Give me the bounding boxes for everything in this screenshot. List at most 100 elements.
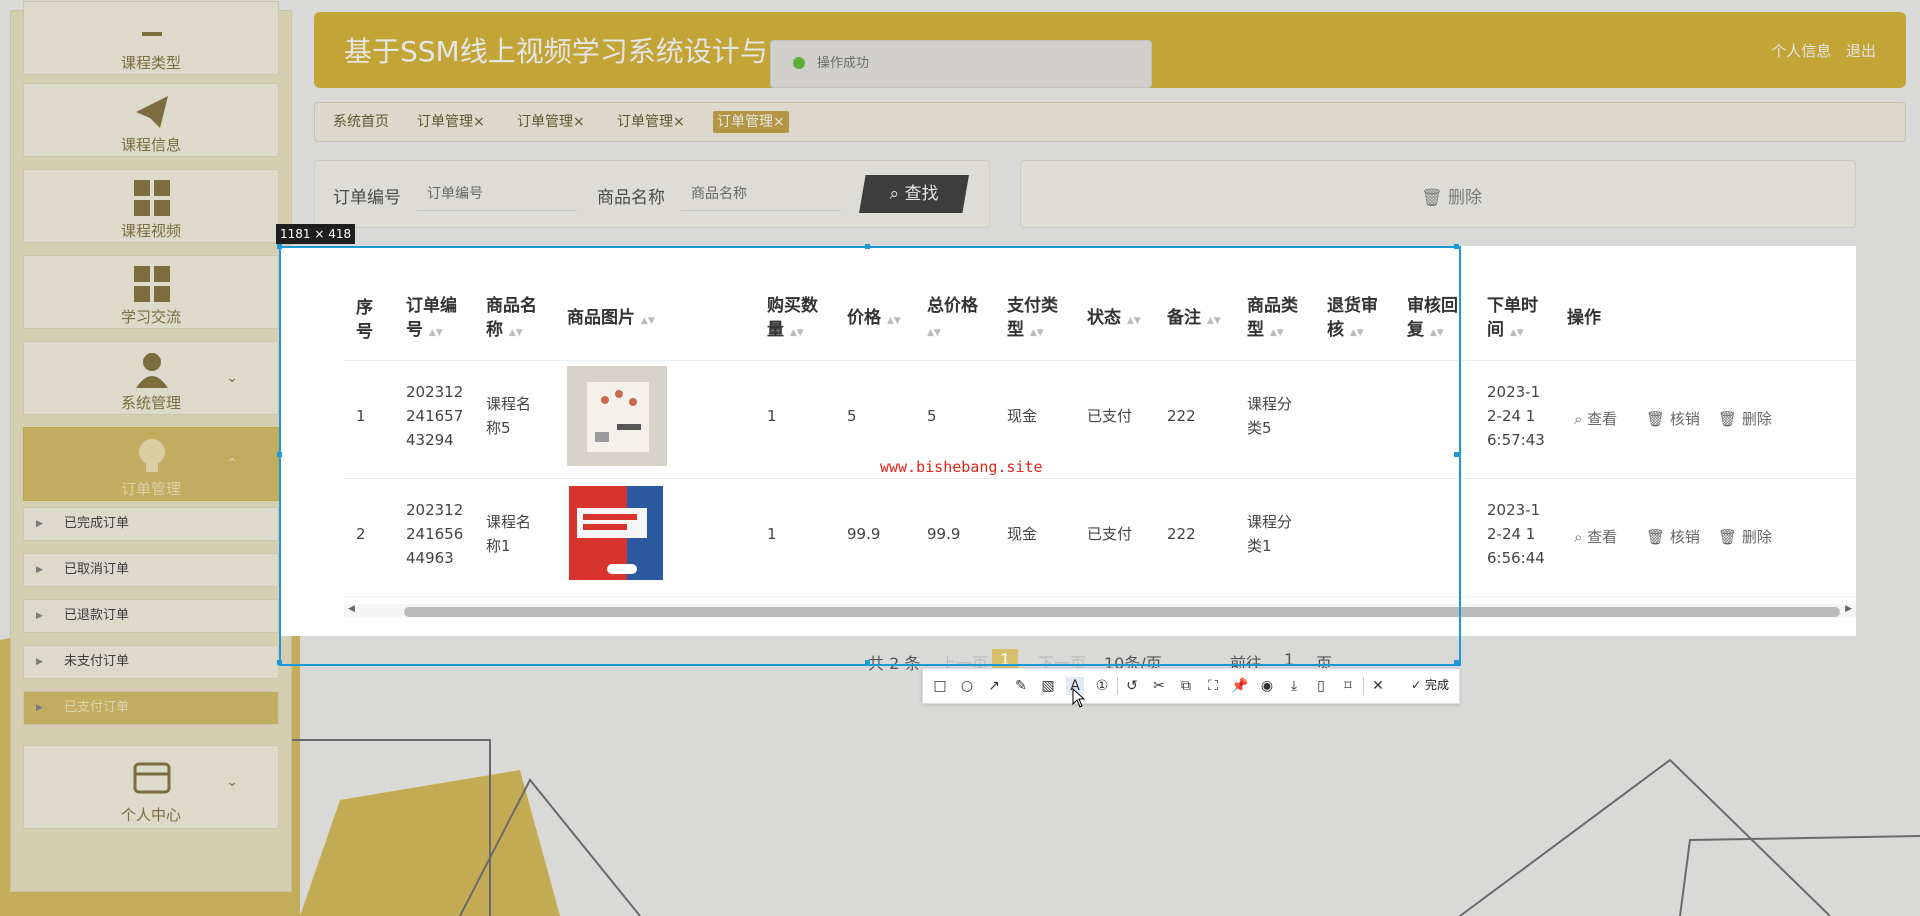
page-number: 1 xyxy=(992,649,1019,670)
column-header-refund-audit[interactable]: 退货审核 ▲▼ xyxy=(1327,294,1387,345)
column-header-label: 商品图片 xyxy=(567,308,635,328)
resize-handle[interactable] xyxy=(865,244,870,249)
column-header-qty[interactable]: 购买数量 ▲▼ xyxy=(767,294,827,345)
resize-handle[interactable] xyxy=(277,244,282,249)
cell-order-no: 20231224165644963 xyxy=(406,501,464,567)
done-button[interactable]: ✓ 完成 xyxy=(1411,676,1449,693)
cell-order-time: 2023-12-24 16:57:43 xyxy=(1487,383,1545,449)
op-label: 核销 xyxy=(1669,528,1700,546)
scissors-icon[interactable]: ✂ xyxy=(1150,677,1168,695)
resize-handle[interactable] xyxy=(277,660,282,665)
column-header-pay-type[interactable]: 支付类型 ▲▼ xyxy=(1007,294,1067,345)
scan-icon[interactable]: ⛶ xyxy=(1204,677,1222,695)
resize-handle[interactable] xyxy=(865,660,870,665)
column-header-label: 序号 xyxy=(356,298,373,342)
row-delete-button[interactable]: 🗑 删除 xyxy=(1718,408,1772,429)
cell-price: 5 xyxy=(847,407,857,425)
trash-icon: 🗑 xyxy=(1718,528,1742,546)
cell-status: 已支付 xyxy=(1087,407,1133,425)
sort-icon[interactable]: ▲▼ xyxy=(790,328,804,338)
sort-icon[interactable]: ▲▼ xyxy=(1430,328,1444,338)
cell-qty: 1 xyxy=(767,525,777,543)
cell-type: 课程分类1 xyxy=(1247,513,1293,555)
cell-price: 99.9 xyxy=(847,525,881,543)
download-icon[interactable]: ⤓ xyxy=(1285,677,1303,695)
toolbar-divider xyxy=(1363,677,1364,695)
arrow-icon[interactable]: ↗ xyxy=(985,677,1003,695)
sort-icon[interactable]: ▲▼ xyxy=(927,328,941,338)
product-image[interactable] xyxy=(567,366,667,466)
phone-icon[interactable]: ▯ xyxy=(1312,677,1330,695)
verify-button[interactable]: 🗑 核销 xyxy=(1646,408,1700,429)
column-header-price[interactable]: 价格 ▲▼ xyxy=(847,306,917,333)
cell-product-name: 课程名称1 xyxy=(486,513,532,555)
verify-button[interactable]: 🗑 核销 xyxy=(1646,526,1700,547)
cell-order-time: 2023-12-24 16:56:44 xyxy=(1487,501,1545,567)
column-header-total[interactable]: 总价格 ▲▼ xyxy=(927,294,987,345)
column-header-image[interactable]: 商品图片 ▲▼ xyxy=(567,306,677,333)
cell-index: 2 xyxy=(356,525,366,543)
resize-handle[interactable] xyxy=(1454,660,1459,665)
bookmark-icon[interactable]: ⌑ xyxy=(1339,677,1357,695)
circle-icon[interactable]: ○ xyxy=(958,677,976,695)
undo-icon[interactable]: ↺ xyxy=(1123,677,1141,695)
sort-icon[interactable]: ▲▼ xyxy=(1207,316,1221,326)
column-header-audit-reply[interactable]: 审核回复 ▲▼ xyxy=(1407,294,1467,345)
current-page[interactable]: 1 xyxy=(992,649,1019,670)
sort-icon[interactable]: ▲▼ xyxy=(429,328,443,338)
sort-icon[interactable]: ▲▼ xyxy=(887,316,901,326)
op-label: 查看 xyxy=(1587,410,1618,428)
pagination-total: 共 2 条 xyxy=(868,654,921,673)
column-header-status[interactable]: 状态 ▲▼ xyxy=(1087,306,1157,333)
close-icon[interactable]: ✕ xyxy=(1369,677,1387,695)
product-image[interactable] xyxy=(567,484,667,584)
column-header-index[interactable]: 序号 xyxy=(356,296,376,344)
scroll-right-icon[interactable]: ▶ xyxy=(1845,604,1852,614)
check-icon: ✓ xyxy=(1411,678,1425,692)
resize-handle[interactable] xyxy=(1454,244,1459,249)
translate-icon[interactable]: ⧉ xyxy=(1177,677,1195,695)
row-divider xyxy=(344,478,1856,479)
mouse-cursor-icon xyxy=(1072,688,1086,708)
column-header-order-no[interactable]: 订单编号 ▲▼ xyxy=(406,294,466,345)
column-header-order-time[interactable]: 下单时间 ▲▼ xyxy=(1487,294,1547,345)
rectangle-icon[interactable]: □ xyxy=(931,677,949,695)
sort-icon[interactable]: ▲▼ xyxy=(1510,328,1524,338)
sort-icon[interactable]: ▲▼ xyxy=(1127,316,1141,326)
row-divider xyxy=(344,596,1856,597)
view-button[interactable]: ⌕ 查看 xyxy=(1574,408,1617,429)
view-button[interactable]: ⌕ 查看 xyxy=(1574,526,1617,547)
horizontal-scrollbar[interactable]: ◀ ▶ xyxy=(344,604,1856,618)
cell-pay-type: 现金 xyxy=(1007,525,1038,543)
op-label: 查看 xyxy=(1587,528,1618,546)
cell-total: 5 xyxy=(927,407,937,425)
resize-handle[interactable] xyxy=(1454,452,1459,457)
sort-icon[interactable]: ▲▼ xyxy=(1350,328,1364,338)
goto-input[interactable]: 1 xyxy=(1284,650,1294,669)
cell-qty: 1 xyxy=(767,407,777,425)
mosaic-icon[interactable]: ▧ xyxy=(1039,677,1057,695)
record-icon[interactable]: ◉ xyxy=(1258,677,1276,695)
scrollbar-thumb[interactable] xyxy=(404,607,1840,617)
number-icon[interactable]: ① xyxy=(1093,677,1111,695)
sort-icon[interactable]: ▲▼ xyxy=(641,316,655,326)
trash-icon: 🗑 xyxy=(1718,410,1742,428)
column-header-remark[interactable]: 备注 ▲▼ xyxy=(1167,306,1237,333)
column-header-product[interactable]: 商品名称 ▲▼ xyxy=(486,294,546,345)
cell-remark: 222 xyxy=(1167,525,1196,543)
sort-icon[interactable]: ▲▼ xyxy=(1270,328,1284,338)
search-icon: ⌕ xyxy=(1574,410,1588,428)
pin-icon[interactable]: 📌 xyxy=(1231,677,1249,695)
cell-product-name: 课程名称5 xyxy=(486,395,532,437)
column-header-operation: 操作 xyxy=(1567,306,1627,330)
row-delete-button[interactable]: 🗑 删除 xyxy=(1718,526,1772,547)
sort-icon[interactable]: ▲▼ xyxy=(509,328,523,338)
op-label: 删除 xyxy=(1741,410,1772,428)
column-header-type[interactable]: 商品类型 ▲▼ xyxy=(1247,294,1307,345)
scroll-left-icon[interactable]: ◀ xyxy=(348,604,355,614)
done-label: 完成 xyxy=(1424,678,1449,692)
cell-total: 99.9 xyxy=(927,525,961,543)
sort-icon[interactable]: ▲▼ xyxy=(1030,328,1044,338)
resize-handle[interactable] xyxy=(277,452,282,457)
pencil-icon[interactable]: ✎ xyxy=(1012,677,1030,695)
